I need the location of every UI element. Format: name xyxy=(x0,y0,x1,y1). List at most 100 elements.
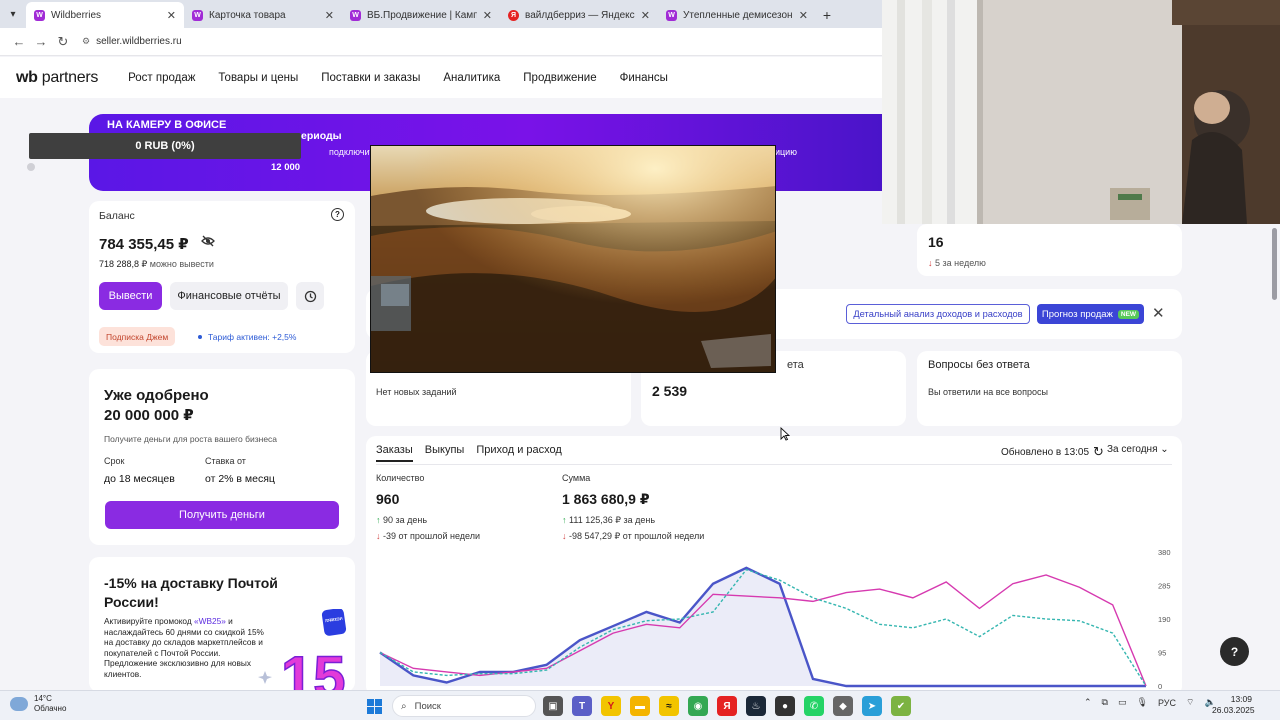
nav-sales-growth[interactable]: Рост продаж xyxy=(128,72,195,84)
reload-icon[interactable]: ↻ xyxy=(52,34,74,50)
promo-code: «WB25» xyxy=(194,616,226,626)
steam-icon[interactable]: ♨ xyxy=(746,696,766,716)
quantity-day: ↑ 90 за день xyxy=(376,515,427,525)
up-arrow-icon: ↑ xyxy=(562,515,567,525)
address-bar: ← → ↻ ⚙ seller.wildberries.ru xyxy=(0,28,882,56)
tab-product-card[interactable]: W Карточка товара ✕ xyxy=(184,2,342,28)
promo-title: -15% на доставку Почтой России! xyxy=(104,575,278,610)
teams-icon[interactable]: T xyxy=(572,696,592,716)
close-icon[interactable]: ✕ xyxy=(1152,304,1165,322)
yandex-browser-icon[interactable]: Y xyxy=(601,696,621,716)
tray-app-icon[interactable]: ⧉ xyxy=(1102,697,1108,708)
tab-promotion[interactable]: W ВБ.Продвижение | Кампании ✕ xyxy=(342,2,500,28)
tab-close-icon[interactable]: ✕ xyxy=(167,9,176,22)
telegram-icon[interactable]: ➤ xyxy=(862,696,882,716)
sum-label: Сумма xyxy=(562,473,591,483)
obs-icon[interactable]: ● xyxy=(775,696,795,716)
nav-analytics[interactable]: Аналитика xyxy=(443,72,500,84)
get-money-button[interactable]: Получить деньги xyxy=(105,501,339,529)
orders-card: Заказы Выкупы Приход и расход Обновлено … xyxy=(366,436,1182,696)
promo-desc-pre: Активируйте промокод xyxy=(104,616,195,626)
hide-balance-icon[interactable] xyxy=(201,235,215,250)
promo-15-illustration: ПОЧТА РОССИИ 15 xyxy=(257,608,353,692)
nav-finance[interactable]: Финансы xyxy=(620,72,668,84)
nav-promotion[interactable]: Продвижение xyxy=(523,72,596,84)
tab-close-icon[interactable]: ✕ xyxy=(325,9,334,22)
questions-card[interactable]: Вопросы без ответа Вы ответили на все во… xyxy=(917,351,1182,426)
help-chat-button[interactable]: ? xyxy=(1220,637,1249,666)
market-icon[interactable]: ≈ xyxy=(659,696,679,716)
banner-line-1: НА КАМЕРУ В ОФИСЕ xyxy=(107,119,227,131)
tab-title: вайлдберриз — Яндекс: нашл xyxy=(525,9,635,21)
tariff-chip[interactable]: Тариф активен: +2,5% xyxy=(193,327,301,346)
withdraw-button[interactable]: Вывести xyxy=(99,282,162,310)
tab-close-icon[interactable]: ✕ xyxy=(483,9,492,22)
weekly-stat-card[interactable]: 16 ↓ 5 за неделю xyxy=(917,224,1182,276)
loan-title-line-2: 20 000 000 ₽ xyxy=(104,407,194,424)
language-indicator[interactable]: РУС xyxy=(1158,698,1176,708)
sales-forecast-button[interactable]: Прогноз продаж NEW xyxy=(1037,304,1144,324)
scrollbar-thumb[interactable] xyxy=(1272,228,1277,300)
tab-title: Wildberries xyxy=(51,9,102,21)
back-icon[interactable]: ← xyxy=(8,34,30,49)
post-delivery-promo-card[interactable]: -15% на доставку Почтой России! Активиру… xyxy=(89,557,355,692)
browser-tab-bar: ▾ W Wildberries ✕ W Карточка товара ✕ W … xyxy=(0,0,882,28)
detailed-analysis-button[interactable]: Детальный анализ доходов и расходов xyxy=(846,304,1030,324)
banner-line-2: ериоды xyxy=(301,130,342,142)
tab-list-menu-icon[interactable]: ▾ xyxy=(0,0,26,28)
help-icon[interactable]: ? xyxy=(331,208,344,221)
balance-card: Баланс ? 784 355,45 ₽ 718 288,8 ₽ можно … xyxy=(89,201,355,353)
tray-mic-icon[interactable]: 🎙 xyxy=(1137,697,1148,708)
file-explorer-icon[interactable]: ▬ xyxy=(630,696,650,716)
url-field[interactable]: ⚙ seller.wildberries.ru xyxy=(82,36,182,47)
tab-orders[interactable]: Заказы xyxy=(376,444,413,462)
taskbar-search[interactable]: ⌕ Поиск xyxy=(392,695,536,717)
period-select[interactable]: За сегодня ⌄ xyxy=(1107,444,1169,455)
tray-expand-icon[interactable]: ⌃ xyxy=(1084,697,1092,708)
tab-yandex-search[interactable]: Я вайлдберриз — Яндекс: нашл ✕ xyxy=(500,2,658,28)
refresh-icon[interactable]: ↻ xyxy=(1093,444,1104,460)
orders-line-chart[interactable]: 380285190950 xyxy=(366,540,1182,696)
history-icon[interactable] xyxy=(296,282,324,310)
app-icon[interactable]: ◆ xyxy=(833,696,853,716)
nav-supplies-orders[interactable]: Поставки и заказы xyxy=(321,72,420,84)
quantity-day-text: за день xyxy=(395,515,428,525)
yandex-icon[interactable]: Я xyxy=(717,696,737,716)
tray-phone-icon[interactable]: ▭ xyxy=(1118,697,1127,708)
task-view-icon[interactable]: ▣ xyxy=(543,696,563,716)
new-tab-icon[interactable]: + xyxy=(816,2,838,28)
network-icon[interactable]: ⌔ xyxy=(1186,697,1194,708)
video-overlay[interactable] xyxy=(370,145,776,373)
tab-close-icon[interactable]: ✕ xyxy=(799,9,808,22)
tab-product-listing[interactable]: W Утепленные демисезонные кр ✕ xyxy=(658,2,816,28)
chrome-icon[interactable]: ◉ xyxy=(688,696,708,716)
whatsapp-icon[interactable]: ✆ xyxy=(804,696,824,716)
tool-icon[interactable]: ✔ xyxy=(891,696,911,716)
loan-title: Уже одобрено 20 000 000 ₽ xyxy=(104,386,209,426)
tab-buyouts[interactable]: Выкупы xyxy=(425,444,465,462)
windows-start-icon[interactable] xyxy=(367,699,382,714)
nav-goods-prices[interactable]: Товары и цены xyxy=(218,72,298,84)
y-tick-label: 380 xyxy=(1158,548,1171,557)
forward-icon[interactable]: → xyxy=(30,34,52,49)
loan-term-value: до 18 месяцев xyxy=(104,473,175,485)
taskbar-clock[interactable]: 13:09 26.03.2025 xyxy=(1212,694,1255,716)
tab-wildberries[interactable]: W Wildberries ✕ xyxy=(26,2,184,28)
banner-line-4: 12 000 xyxy=(271,162,301,173)
balance-label: Баланс xyxy=(99,210,135,222)
financial-reports-button[interactable]: Финансовые отчёты xyxy=(170,282,288,310)
loan-rate-label: Ставка от xyxy=(205,456,246,466)
quantity-label: Количество xyxy=(376,473,425,483)
loan-card: Уже одобрено 20 000 000 ₽ Получите деньги… xyxy=(89,369,355,545)
site-info-icon[interactable]: ⚙ xyxy=(82,36,90,47)
tariff-text: Тариф активен: +2,5% xyxy=(208,331,297,342)
weather-widget[interactable]: 14°C Облачно xyxy=(10,694,66,714)
tab-close-icon[interactable]: ✕ xyxy=(641,9,650,22)
wildberries-favicon-icon: W xyxy=(350,9,361,21)
wb-partners-logo[interactable]: wb partners xyxy=(16,69,98,87)
up-arrow-icon: ↑ xyxy=(376,515,381,525)
weather-text: 14°C Облачно xyxy=(34,694,66,714)
subscription-chip[interactable]: Подписка Джем xyxy=(99,327,176,346)
tab-income-expense[interactable]: Приход и расход xyxy=(476,444,562,462)
clock-date: 26.03.2025 xyxy=(1212,705,1255,715)
